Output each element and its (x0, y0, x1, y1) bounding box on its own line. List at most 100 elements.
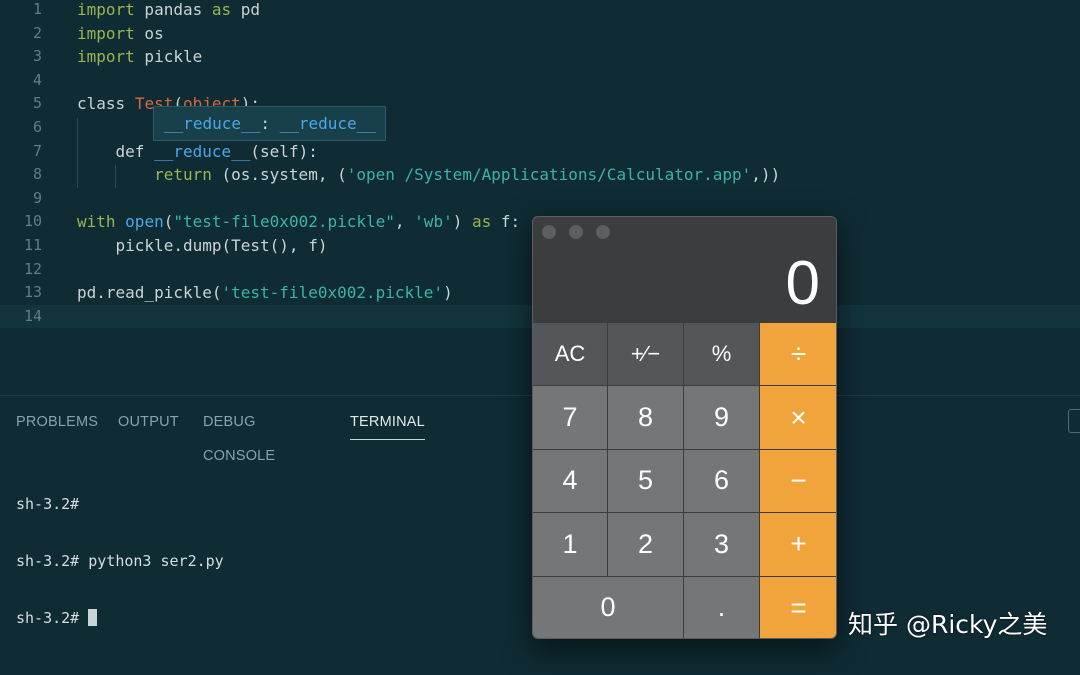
code-token: ( (163, 212, 174, 232)
code-token: import (77, 23, 135, 43)
calc-key-8[interactable]: 8 (608, 386, 684, 450)
calc-key-6[interactable]: 6 (684, 449, 760, 514)
code-token: class (77, 94, 126, 114)
tab-terminal[interactable]: TERMINAL (350, 405, 425, 440)
calc-key-ac[interactable]: AC (533, 323, 608, 387)
terminal-cursor (88, 609, 98, 626)
code-token: , (394, 212, 415, 232)
calc-key-multiply[interactable]: × (760, 386, 836, 450)
code-token: pandas (134, 0, 212, 19)
calc-key-minus[interactable]: − (760, 449, 836, 514)
code-text: import pickle (77, 45, 202, 69)
code-token: def (115, 141, 145, 161)
code-token: ) (443, 283, 453, 303)
calculator-keypad: AC +∕−% ÷ 7 8 9 × 4 5 6− 1 2 3 +0. = (533, 323, 836, 638)
calculator-display: 0 (785, 249, 820, 318)
line-number: 9 (32, 188, 42, 207)
calculator-titlebar[interactable] (533, 217, 836, 245)
terminal-output[interactable]: sh-3.2# sh-3.2# python3 ser2.py sh-3.2# (16, 457, 224, 647)
code-line[interactable]: 7 def __reduce__(self): (0, 140, 1080, 164)
calc-key-divide[interactable]: ÷ (760, 323, 836, 387)
line-number: 13 (23, 283, 42, 302)
calc-key-equals[interactable]: = (760, 576, 836, 638)
panel-action-button[interactable] (1068, 409, 1080, 433)
code-token: 'open /System/Applications/Calculator.ap… (346, 165, 752, 185)
calc-key-9[interactable]: 9 (684, 386, 760, 450)
code-token: as (471, 212, 492, 232)
line-number: 3 (32, 47, 42, 66)
tab-problems[interactable]: PROBLEMS (16, 405, 98, 439)
code-line[interactable]: 3 import pickle (0, 45, 1080, 69)
code-line[interactable]: 1 import pandas as pd (0, 0, 1080, 22)
minimize-window-button[interactable] (569, 225, 583, 239)
code-token: pd.read_pickle( (77, 283, 222, 303)
line-number: 7 (32, 141, 42, 160)
code-line[interactable]: 2 import os (0, 22, 1080, 46)
suggestion-type: __reduce__ (279, 114, 376, 133)
calc-key-2[interactable]: 2 (608, 513, 684, 577)
code-token: ,)) (751, 165, 781, 185)
line-number: 14 (23, 306, 42, 325)
autocomplete-suggestion[interactable]: __reduce__: __reduce__ (153, 106, 386, 141)
code-token: import (77, 47, 135, 67)
calc-key-percent[interactable]: % (684, 323, 760, 387)
suggestion-name: __reduce__ (164, 114, 261, 133)
zoom-window-button[interactable] (596, 225, 610, 239)
code-token: f: (491, 212, 521, 232)
code-token: os (134, 23, 164, 43)
code-token: pd (231, 0, 261, 19)
code-token: (self): (250, 141, 318, 161)
code-text: pickle.dump(Test(), f) (77, 234, 328, 258)
code-token: pickle.dump(Test(), f) (77, 236, 328, 255)
code-text: def __reduce__(self): (77, 140, 318, 164)
code-token: (os.system, ( (211, 165, 347, 185)
code-token: "test-file0x002.pickle" (173, 212, 395, 232)
code-token: 'wb' (414, 212, 453, 232)
close-window-button[interactable] (542, 225, 556, 239)
code-text: import pandas as pd (77, 0, 260, 22)
calc-key-plus[interactable]: + (760, 513, 836, 577)
suggestion-separator: : (260, 114, 280, 133)
code-token: with (77, 212, 116, 232)
code-token: import (77, 0, 135, 19)
code-token: open (125, 212, 164, 232)
terminal-line: sh-3.2# python3 ser2.py (16, 552, 224, 570)
code-token: pickle (134, 47, 203, 67)
calc-key-4[interactable]: 4 (533, 449, 608, 514)
line-number: 8 (32, 165, 42, 184)
calc-key-5[interactable]: 5 (608, 449, 684, 514)
calc-key-3[interactable]: 3 (684, 513, 760, 577)
terminal-prompt-line: sh-3.2# (16, 609, 224, 628)
calc-key-plus-minus[interactable]: +∕− (608, 323, 684, 387)
line-number: 1 (32, 0, 42, 18)
code-text: with open("test-file0x002.pickle", 'wb')… (77, 210, 520, 234)
code-token: as (211, 0, 232, 19)
watermark-text: 知乎 @Ricky之美 (848, 610, 1048, 639)
code-text: import os (77, 22, 164, 46)
code-line[interactable]: 4 (0, 69, 1080, 93)
calculator-window: 0 AC +∕−% ÷ 7 8 9 × 4 5 6− 1 2 3 +0. = (532, 216, 837, 639)
code-token: ) (452, 212, 472, 232)
line-number: 11 (23, 236, 42, 254)
line-number: 2 (32, 23, 42, 42)
line-number: 4 (32, 70, 42, 89)
line-number: 12 (23, 259, 42, 278)
tab-output[interactable]: OUTPUT (118, 405, 179, 439)
calc-key-0[interactable]: 0 (533, 576, 684, 638)
code-line[interactable]: 8 return (os.system, ('open /System/Appl… (0, 163, 1080, 187)
code-text: return (os.system, ('open /System/Applic… (77, 163, 780, 187)
code-text: pd.read_pickle('test-file0x002.pickle') (77, 281, 453, 305)
terminal-line: sh-3.2# (16, 495, 80, 513)
line-number: 5 (32, 94, 42, 113)
calc-key-decimal[interactable]: . (684, 576, 760, 638)
calc-key-1[interactable]: 1 (533, 513, 608, 577)
code-line[interactable]: 9 (0, 187, 1080, 211)
calc-key-7[interactable]: 7 (533, 386, 608, 450)
line-number: 10 (23, 212, 42, 231)
line-number: 6 (32, 118, 42, 136)
